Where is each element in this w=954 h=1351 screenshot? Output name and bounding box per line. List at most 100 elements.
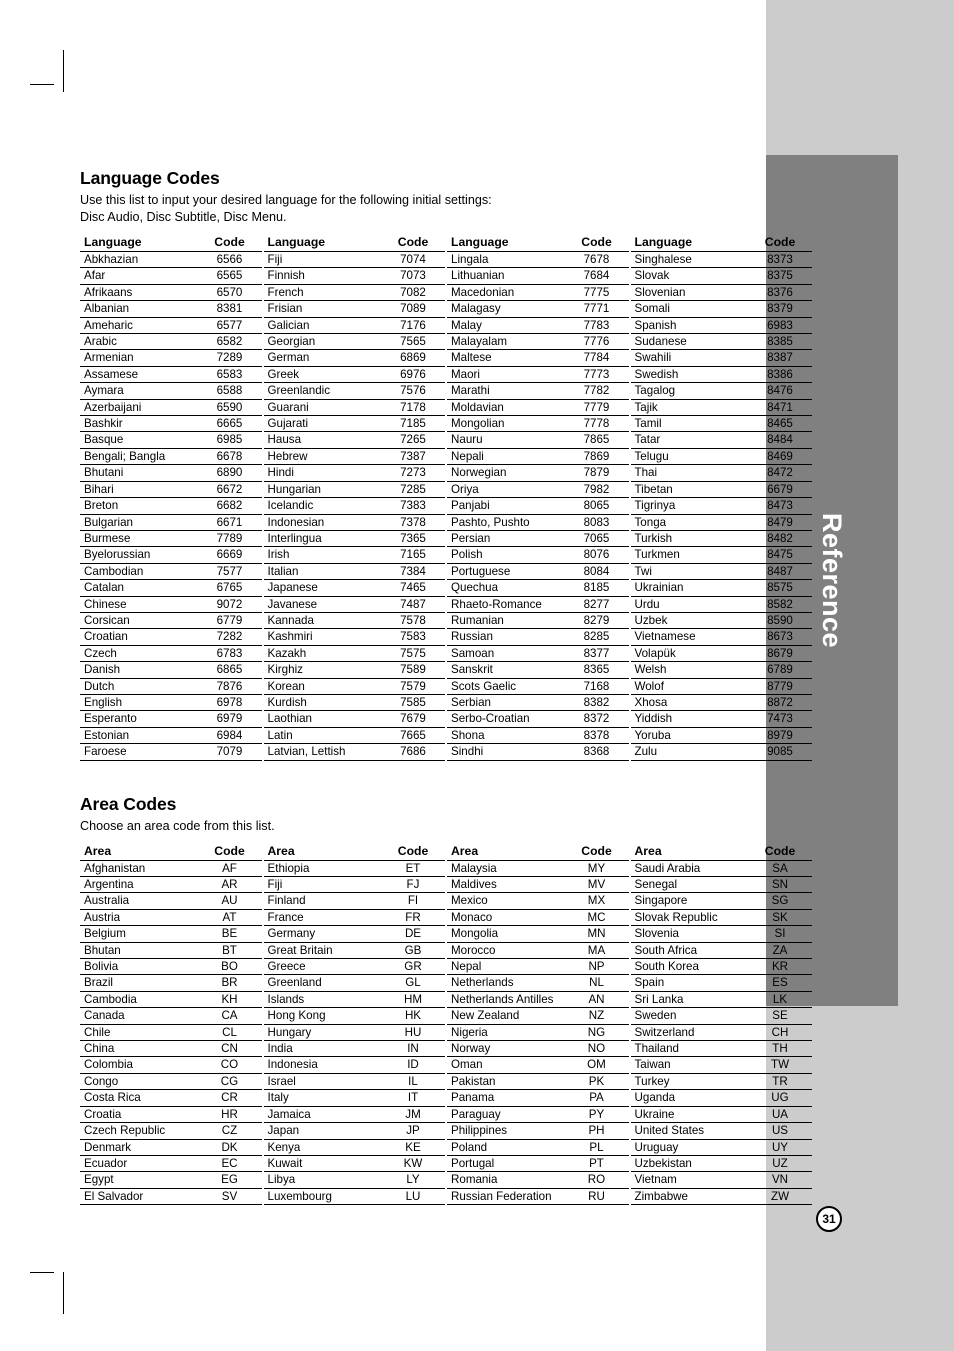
row-label: Colombia	[80, 1056, 204, 1074]
row-label: Hong Kong	[263, 1007, 387, 1025]
row-code: PH	[570, 1122, 629, 1140]
table-row: Korean 7579	[263, 678, 445, 695]
row-label: Turkish	[630, 530, 754, 548]
table-row: Nepali 7869	[447, 448, 629, 466]
row-label: Hindi	[263, 464, 387, 482]
table-row: Bashkir 6665	[80, 415, 262, 433]
table-row: Greenlandic 7576	[263, 382, 445, 400]
row-label: Japan	[263, 1122, 387, 1140]
row-code: 7773	[570, 366, 629, 384]
column-header-language: Language	[630, 233, 754, 252]
row-code: SK	[754, 909, 812, 927]
row-label: Greece	[263, 958, 387, 976]
row-code: 7073	[387, 267, 445, 285]
row-code: 7879	[570, 464, 629, 482]
row-code: 8373	[754, 251, 812, 269]
row-label: Thailand	[630, 1040, 754, 1058]
row-label: Malaysia	[447, 860, 571, 878]
row-code: CZ	[203, 1122, 262, 1140]
row-label: Mongolia	[447, 925, 571, 943]
crop-mark-bottom-horizontal	[30, 1272, 54, 1273]
row-label: Sanskrit	[447, 661, 571, 679]
row-label: Zimbabwe	[630, 1188, 754, 1206]
row-code: SN	[754, 876, 812, 894]
table-row: Afghanistan AF	[80, 860, 262, 878]
column-header-area: Area	[80, 841, 204, 861]
table-row: Italy IT	[263, 1089, 445, 1107]
row-label: Zulu	[630, 743, 754, 761]
row-label: Afrikaans	[80, 284, 204, 302]
table-row: Austria AT	[80, 909, 262, 927]
table-row: France FR	[263, 909, 445, 927]
row-code: FI	[387, 892, 445, 910]
row-label: Javanese	[263, 596, 387, 613]
table-row: Czech Republic CZ	[80, 1122, 262, 1140]
table-header-row: Area Code	[263, 841, 445, 861]
table-row: Vietnamese 8673	[630, 628, 812, 646]
area-codes-title: Area Codes	[80, 793, 177, 814]
row-label: Interlingua	[263, 530, 387, 548]
table-row: Latvian, Lettish 7686	[263, 743, 445, 761]
row-label: Kenya	[263, 1139, 387, 1156]
table-row: Aymara 6588	[80, 382, 262, 400]
row-code: AR	[203, 876, 262, 894]
row-code: ES	[754, 974, 812, 992]
table-row: Javanese 7487	[263, 596, 445, 613]
row-label: Breton	[80, 497, 204, 515]
row-label: Samoan	[447, 645, 571, 663]
row-label: Estonian	[80, 727, 204, 745]
area-codes-column: Area Code Malaysia MY Maldives MV Mexico MX Mo…	[447, 841, 629, 1206]
column-header-language: Language	[263, 233, 387, 252]
row-code: 7285	[387, 481, 445, 499]
table-row: Uzbek 8590	[630, 612, 812, 630]
table-row: Serbo-Croatian 8372	[447, 710, 629, 728]
table-row: Czech 6783	[80, 645, 262, 663]
row-code: 7679	[387, 710, 445, 728]
table-row: Bulgarian 6671	[80, 514, 262, 531]
row-label: Finnish	[263, 267, 387, 285]
row-label: Catalan	[80, 579, 204, 597]
row-label: Mongolian	[447, 415, 571, 433]
row-code: 8382	[570, 694, 629, 712]
row-code: 8465	[754, 415, 812, 433]
table-row: Urdu 8582	[630, 596, 812, 613]
row-label: Greenlandic	[263, 382, 387, 400]
row-code: 8385	[754, 333, 812, 351]
row-code: MC	[570, 909, 629, 927]
table-row: Chile CL	[80, 1024, 262, 1042]
row-code: MX	[570, 892, 629, 910]
table-row: South Africa ZA	[630, 942, 812, 960]
table-row: Saudi Arabia SA	[630, 860, 812, 878]
row-label: Irish	[263, 546, 387, 564]
row-label: Korean	[263, 678, 387, 695]
row-code: VN	[754, 1171, 812, 1189]
table-row: Shona 8378	[447, 727, 629, 745]
table-row: Poland PL	[447, 1139, 629, 1156]
table-row: Colombia CO	[80, 1056, 262, 1074]
row-label: Paraguay	[447, 1106, 571, 1124]
row-label: Pakistan	[447, 1073, 571, 1091]
row-code: 7473	[754, 710, 812, 728]
row-code: 6565	[203, 267, 262, 285]
row-code: 7387	[387, 448, 445, 466]
row-code: UA	[754, 1106, 812, 1124]
table-row: Portuguese 8084	[447, 563, 629, 581]
table-row: Kirghiz 7589	[263, 661, 445, 679]
table-row: Danish 6865	[80, 661, 262, 679]
table-row: Byelorussian 6669	[80, 546, 262, 564]
table-row: Latin 7665	[263, 727, 445, 745]
row-label: Costa Rica	[80, 1089, 204, 1107]
row-code: 6577	[203, 317, 262, 335]
page-content: Language Codes Use this list to input yo…	[80, 168, 812, 1206]
row-code: 7578	[387, 612, 445, 630]
table-row: Persian 7065	[447, 530, 629, 548]
row-label: Canada	[80, 1007, 204, 1025]
table-row: Slovak 8375	[630, 267, 812, 285]
row-label: Germany	[263, 925, 387, 943]
table-row: Marathi 7782	[447, 382, 629, 400]
language-codes-column: Language Code Abkhazian 6566 Afar 6565 Afrik…	[80, 233, 262, 761]
row-code: 6979	[203, 710, 262, 728]
row-code: 9072	[203, 596, 262, 613]
row-code: HK	[387, 1007, 445, 1025]
table-row: Welsh 6789	[630, 661, 812, 679]
